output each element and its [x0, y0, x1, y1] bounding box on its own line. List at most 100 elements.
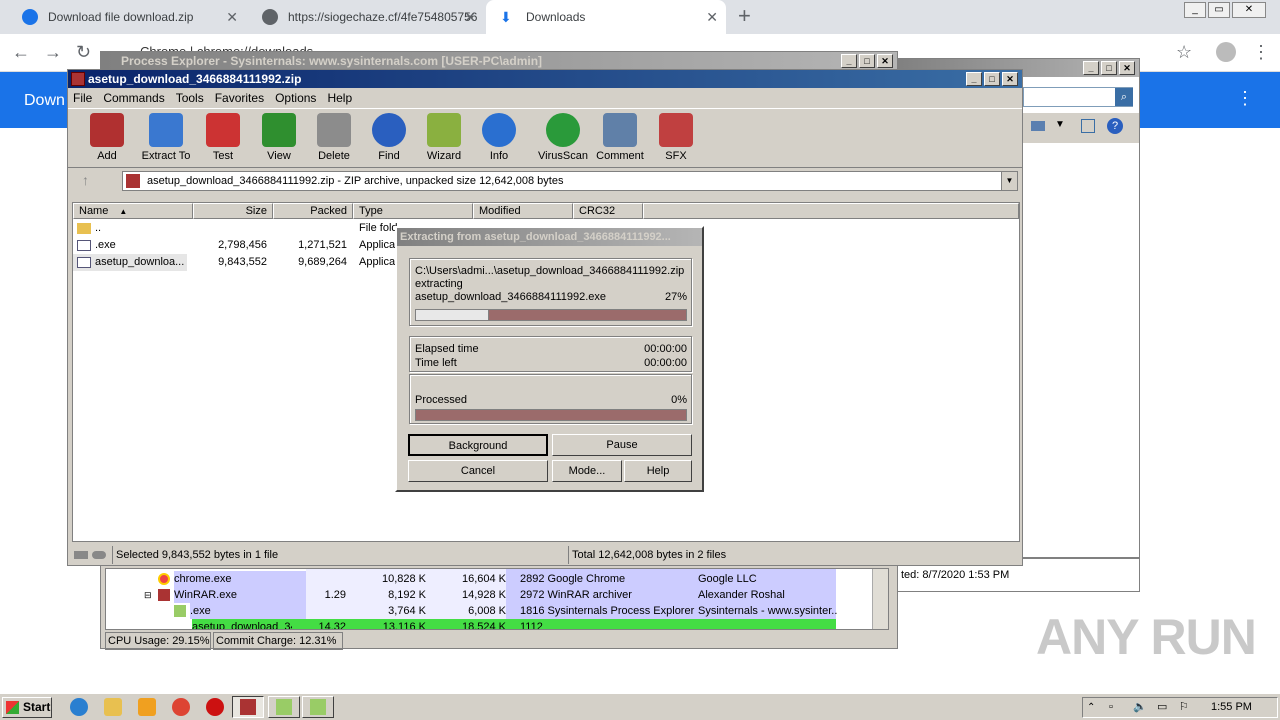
taskbar-winrar[interactable] [232, 696, 264, 718]
comment-button[interactable]: Comment [592, 111, 648, 162]
flag-icon[interactable]: ⚐ [1179, 698, 1189, 717]
minimize-button[interactable]: _ [841, 54, 857, 68]
winrar-icon [240, 699, 256, 715]
table-row[interactable]: asetup_download_34... 14.32 13,116 K 18,… [192, 619, 836, 629]
menu-options[interactable]: Options [270, 88, 322, 108]
sfx-icon [659, 113, 693, 147]
minimize-button[interactable]: _ [966, 72, 982, 86]
explorer-icon[interactable] [104, 698, 122, 716]
back-icon[interactable]: ← [12, 42, 30, 63]
info-button[interactable]: Info [471, 111, 527, 162]
pane-icon[interactable] [1081, 119, 1095, 133]
close-button[interactable]: ✕ [1119, 61, 1135, 75]
delete-button[interactable]: Delete [306, 111, 362, 162]
page-title: Down [24, 92, 65, 109]
new-tab-button[interactable]: + [738, 3, 751, 29]
reload-icon[interactable]: ↻ [76, 42, 91, 63]
taskbar-process[interactable] [268, 696, 300, 718]
background-button[interactable]: Background [408, 434, 548, 456]
tab-download-file[interactable]: Download file download.zip ✕ [8, 0, 246, 34]
table-row[interactable]: ⊟ WinRAR.exe 1.29 8,192 K 14,928 K 2972 … [106, 587, 886, 603]
column-size[interactable]: Size [193, 203, 273, 219]
scrollbar[interactable] [872, 569, 888, 629]
chevron-down-icon[interactable]: ▼ [1001, 172, 1017, 190]
sfx-button[interactable]: SFX [648, 111, 704, 162]
up-arrow-icon[interactable]: ↑ [82, 172, 89, 188]
dropdown-icon[interactable]: ▼ [1055, 119, 1065, 130]
chrome-icon[interactable] [172, 698, 190, 716]
chevron-up-icon[interactable]: ⌃ [1087, 698, 1095, 717]
column-type[interactable]: Type [353, 203, 473, 219]
mode-button[interactable]: Mode... [552, 460, 622, 482]
virusscan-button[interactable]: VirusScan [535, 111, 591, 162]
close-button[interactable]: ✕ [1002, 72, 1018, 86]
close-icon[interactable]: ✕ [706, 0, 718, 34]
help-icon[interactable]: ? [1107, 118, 1123, 134]
wizard-button[interactable]: Wizard [416, 111, 472, 162]
checklist-icon [206, 113, 240, 147]
column-modified[interactable]: Modified [473, 203, 573, 219]
maximize-button[interactable]: □ [984, 72, 1000, 86]
add-icon [90, 113, 124, 147]
more-icon[interactable]: ⋮ [1236, 88, 1254, 109]
close-window-button[interactable]: ✕ [1232, 2, 1266, 18]
menu-file[interactable]: File [68, 88, 98, 108]
menu-icon[interactable]: ⋮ [1252, 42, 1270, 63]
collapse-icon[interactable]: ⊟ [144, 587, 152, 603]
opera-icon[interactable] [206, 698, 224, 716]
exe-icon [77, 257, 91, 268]
view-button[interactable]: View [251, 111, 307, 162]
menu-tools[interactable]: Tools [171, 88, 210, 108]
path-field[interactable]: asetup_download_3466884111992.zip - ZIP … [122, 171, 1018, 191]
menu-favorites[interactable]: Favorites [210, 88, 270, 108]
status-bar: Selected 9,843,552 bytes in 1 file Total… [72, 546, 1020, 564]
test-button[interactable]: Test [195, 111, 251, 162]
menu-commands[interactable]: Commands [98, 88, 170, 108]
taskbar: Start ⌃ ▫ 🔈 ▭ ⚐ 1:55 PM [0, 693, 1280, 720]
menu-help[interactable]: Help [322, 88, 358, 108]
start-button[interactable]: Start [2, 697, 52, 718]
add-button[interactable]: Add [79, 111, 135, 162]
table-row[interactable]: .exe 3,764 K 6,008 K 1816 Sysinternals P… [106, 603, 886, 619]
column-crc32[interactable]: CRC32 [573, 203, 643, 219]
time-group: Elapsed time 00:00:00 Time left 00:00:00 [409, 336, 692, 372]
extract-dialog: Extracting from asetup_download_34668841… [395, 226, 704, 492]
close-icon[interactable]: ✕ [464, 0, 476, 34]
cancel-button[interactable]: Cancel [408, 460, 548, 482]
minimize-button[interactable]: _ [1083, 61, 1099, 75]
column-name[interactable]: Name ▲ [73, 203, 193, 219]
view-icon[interactable] [1031, 121, 1045, 131]
trash-icon [317, 113, 351, 147]
close-button[interactable]: ✕ [877, 54, 893, 68]
process-explorer-titlebar: Process Explorer - Sysinternals: www.sys… [101, 52, 897, 70]
table-row[interactable]: chrome.exe 10,828 K 16,604 K 2892 Google… [106, 571, 886, 587]
extract-to-button[interactable]: Extract To [138, 111, 194, 162]
sort-up-icon: ▲ [119, 207, 128, 216]
column-packed[interactable]: Packed [273, 203, 353, 219]
profile-avatar[interactable] [1216, 42, 1236, 62]
tab-title: Downloads [526, 10, 586, 24]
restore-button[interactable]: ▭ [1208, 2, 1230, 18]
search-icon[interactable]: ⌕ [1115, 88, 1133, 106]
media-player-icon[interactable] [138, 698, 156, 716]
ie-icon[interactable] [70, 698, 88, 716]
find-button[interactable]: Find [361, 111, 417, 162]
battery-icon[interactable]: ▭ [1157, 698, 1167, 717]
maximize-button[interactable]: □ [1101, 61, 1117, 75]
tab-downloads[interactable]: ⬇ Downloads ✕ [486, 0, 726, 34]
help-button[interactable]: Help [624, 460, 692, 482]
winrar-icon [71, 72, 85, 86]
forward-icon[interactable]: → [44, 42, 62, 63]
windows-logo-icon [6, 701, 19, 714]
minimize-button[interactable]: _ [1184, 2, 1206, 18]
volume-icon[interactable]: 🔈 [1133, 698, 1147, 717]
pause-button[interactable]: Pause [552, 434, 692, 456]
close-icon[interactable]: ✕ [226, 0, 238, 34]
tab-url[interactable]: https://siogechaze.cf/4fe754805756 ✕ [248, 0, 484, 34]
star-icon[interactable]: ☆ [1176, 42, 1192, 63]
clock[interactable]: 1:55 PM [1211, 698, 1252, 717]
maximize-button[interactable]: □ [859, 54, 875, 68]
taskbar-procexp[interactable] [302, 696, 334, 718]
network-icon[interactable]: ▫ [1109, 698, 1113, 717]
process-list: chrome.exe 10,828 K 16,604 K 2892 Google… [105, 568, 889, 630]
